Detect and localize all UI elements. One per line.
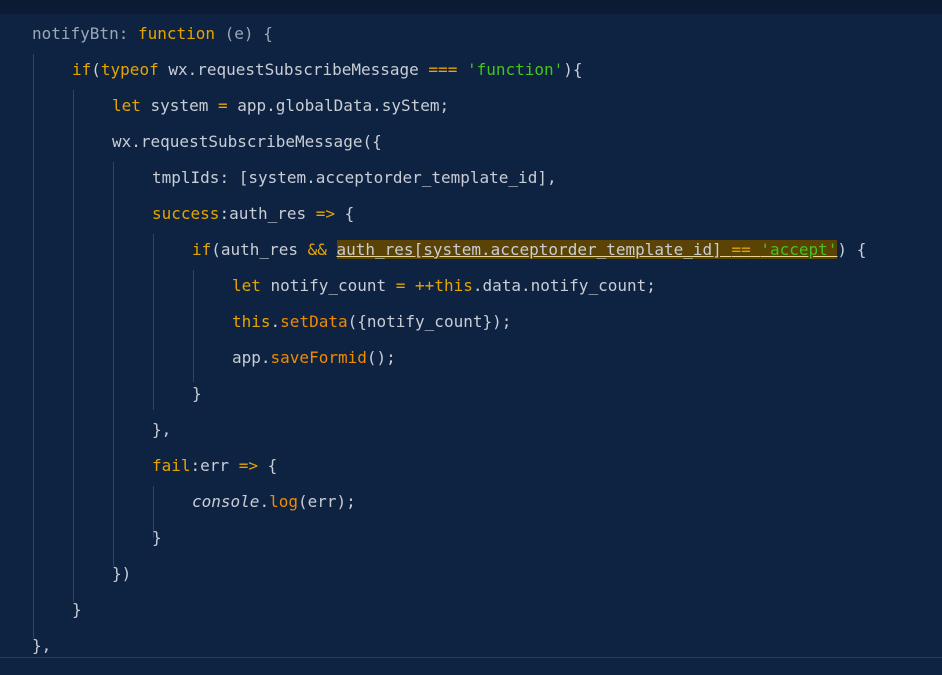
code-token: 'accept' [760, 240, 838, 259]
code-line[interactable]: let system = app.globalData.syStem; [112, 88, 449, 124]
code-token: ) { [837, 240, 867, 259]
code-token: fail [152, 456, 191, 475]
code-line[interactable]: } [72, 592, 82, 628]
code-token: (); [366, 348, 396, 367]
code-token: this [232, 312, 271, 331]
code-token: ({notify_count}); [347, 312, 512, 331]
code-token: auth_res[system.acceptorder_template_id] [336, 240, 732, 259]
code-token: let [112, 96, 141, 115]
code-line[interactable]: } [192, 376, 202, 412]
code-line[interactable]: fail:err => { [152, 448, 277, 484]
code-token: system [140, 96, 218, 115]
code-token: (auth_res [211, 240, 308, 259]
code-token: }, [32, 636, 52, 655]
code-line[interactable]: tmplIds: [system.acceptorder_template_id… [152, 160, 557, 196]
code-line[interactable]: let notify_count = ++this.data.notify_co… [232, 268, 656, 304]
code-token: (err); [297, 492, 356, 511]
code-token: } [72, 600, 82, 619]
indent-guide [113, 162, 114, 566]
code-token: setData [280, 312, 348, 331]
code-line[interactable]: console.log(err); [192, 484, 356, 520]
code-token: }, [152, 420, 172, 439]
code-token: if [192, 240, 212, 259]
code-token: { [257, 456, 278, 475]
code-token: if [72, 60, 92, 79]
code-line[interactable]: } [152, 520, 162, 556]
code-token: => [238, 456, 258, 475]
code-token: == [731, 240, 751, 259]
indent-guide [73, 90, 74, 602]
code-line[interactable]: }) [112, 556, 131, 592]
code-token: === [428, 60, 458, 79]
code-line[interactable]: wx.requestSubscribeMessage({ [112, 124, 382, 160]
code-token: .data.notify_count; [472, 276, 656, 295]
code-line[interactable]: if(typeof wx.requestSubscribeMessage ===… [72, 52, 583, 88]
code-line[interactable]: success:auth_res => { [152, 196, 354, 232]
code-token: }) [112, 564, 132, 583]
indent-guide [193, 270, 194, 382]
code-token: let [232, 276, 261, 295]
code-token: = [395, 276, 406, 295]
code-token: . [259, 492, 270, 511]
code-token [750, 240, 761, 259]
code-token: } [152, 528, 162, 547]
code-token: typeof [100, 60, 159, 79]
code-token: wx.requestSubscribeMessage({ [112, 132, 382, 151]
code-token: (e) { [215, 24, 273, 43]
code-token: console [192, 492, 260, 511]
code-token: : [system.acceptorder_template_id], [219, 168, 557, 187]
code-token: ( [91, 60, 101, 79]
code-token: saveFormid [270, 348, 367, 367]
indent-guide [153, 234, 154, 410]
code-token: log [269, 492, 298, 511]
code-token: tmplIds [152, 168, 220, 187]
code-line[interactable]: if(auth_res && auth_res[system.acceptord… [192, 232, 866, 268]
code-token: } [192, 384, 202, 403]
code-token: { [335, 204, 355, 223]
code-token: success [152, 204, 220, 223]
editor-bottom-bar [0, 657, 942, 675]
code-token: notify_count [260, 276, 396, 295]
code-token: wx.requestSubscribeMessage [158, 60, 429, 79]
code-token: 'function' [466, 60, 564, 79]
code-line[interactable]: app.saveFormid(); [232, 340, 396, 376]
code-token: ++ [415, 276, 435, 295]
code-token: = [217, 96, 228, 115]
code-line[interactable]: }, [152, 412, 171, 448]
code-token: . [270, 312, 281, 331]
indent-guide [33, 54, 34, 638]
code-token: notifyBtn [32, 24, 119, 43]
code-token: :auth_res [219, 204, 316, 223]
editor-top-bar [0, 0, 942, 14]
code-token: app. [232, 348, 271, 367]
code-token: ){ [563, 60, 583, 79]
code-token: app.globalData.syStem; [227, 96, 450, 115]
code-token: : [118, 24, 138, 43]
code-token: && [307, 240, 327, 259]
code-token: :err [190, 456, 239, 475]
code-token: this [434, 276, 473, 295]
code-line[interactable]: notifyBtn: function (e) { [32, 16, 273, 52]
code-line[interactable]: this.setData({notify_count}); [232, 304, 511, 340]
code-token: function [137, 24, 216, 43]
code-token: => [315, 204, 336, 223]
code-editor[interactable]: notifyBtn: function (e) {if(typeof wx.re… [0, 14, 942, 657]
